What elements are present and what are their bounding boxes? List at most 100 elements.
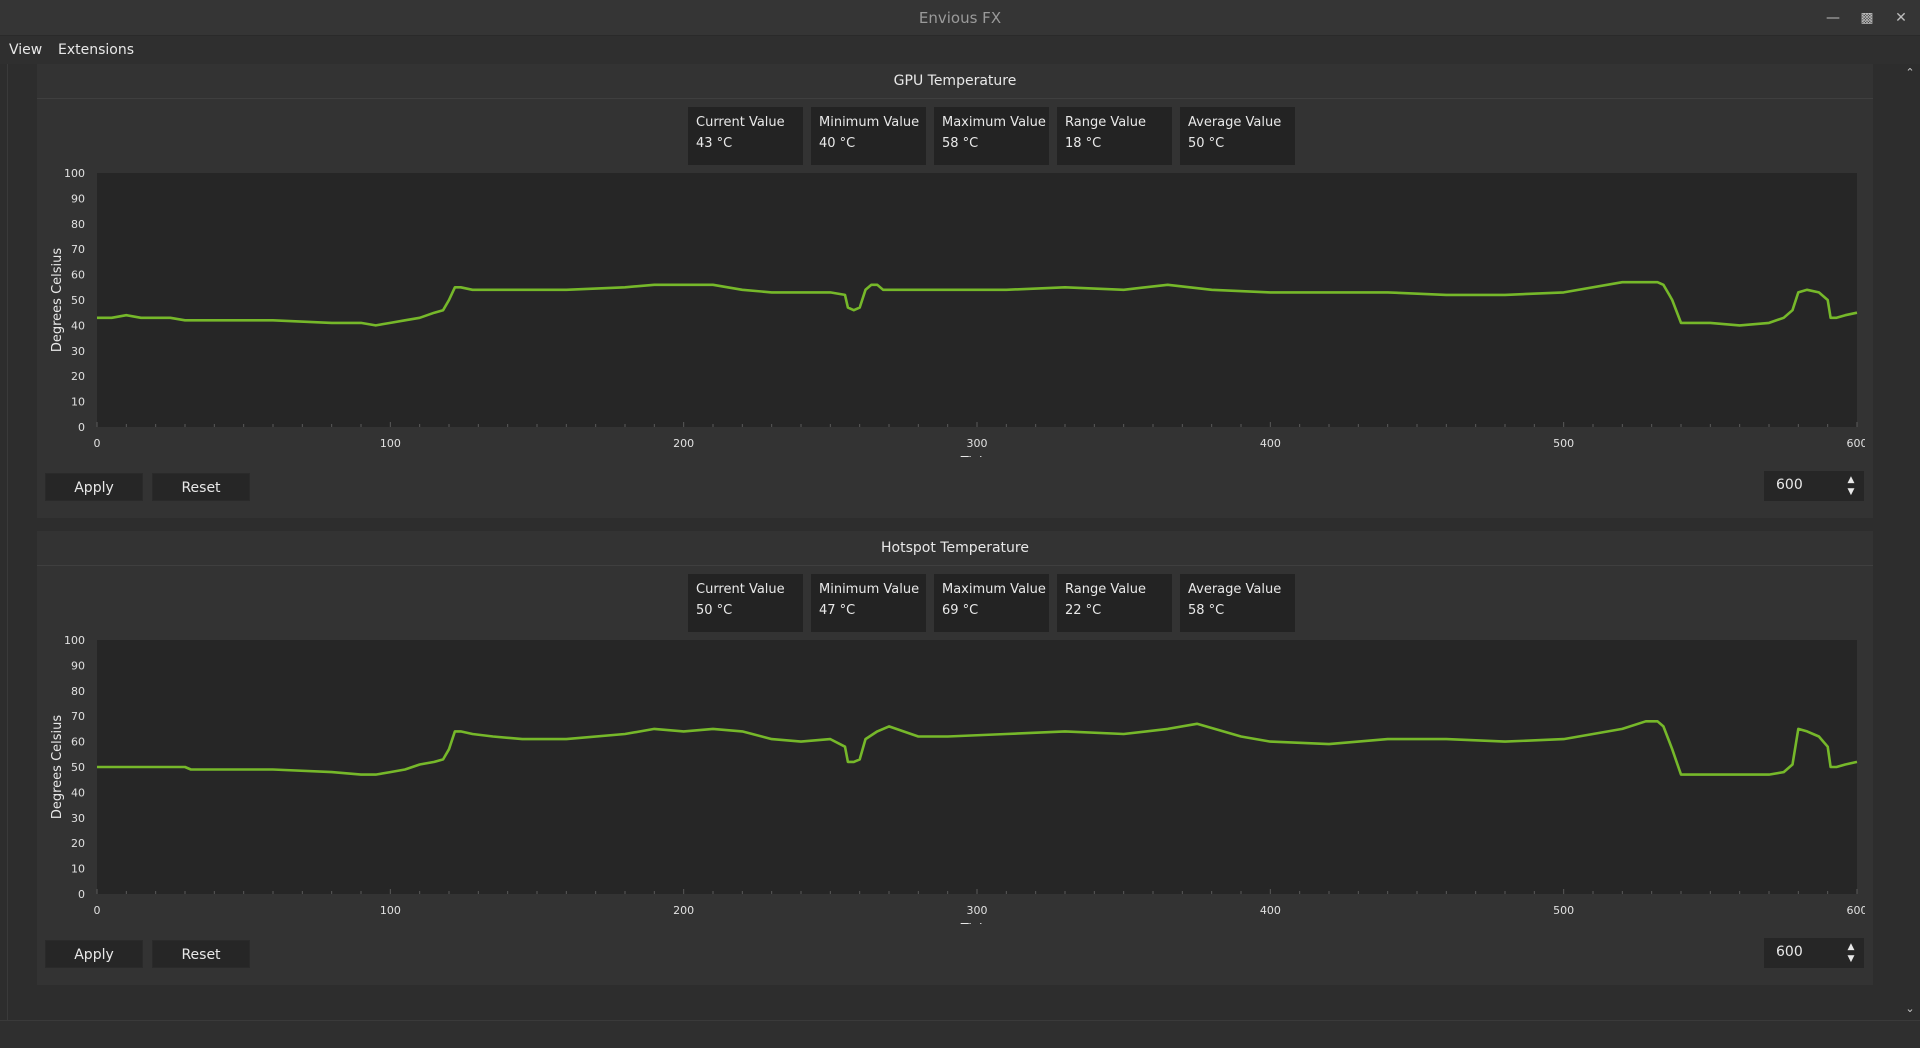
y-tick-label: 50: [71, 761, 85, 774]
menu-extensions[interactable]: Extensions: [58, 42, 134, 58]
x-tick-label: 200: [673, 437, 694, 450]
menu-bar: View Extensions: [0, 36, 1920, 64]
stat-label: Minimum Value: [819, 582, 920, 597]
apply-button[interactable]: Apply: [45, 940, 143, 968]
x-tick-label: 400: [1260, 437, 1281, 450]
y-axis-label: Degrees Celsius: [50, 715, 65, 820]
hotspot-temperature-panel: Hotspot Temperature Current Value 50 °C …: [37, 531, 1873, 985]
plot-area: [97, 640, 1857, 894]
spin-down-icon[interactable]: ▼: [1845, 953, 1857, 965]
menu-view[interactable]: View: [9, 42, 42, 58]
ticks-spinbox[interactable]: 600 ▲ ▼: [1764, 471, 1864, 501]
panel-header: Hotspot Temperature: [37, 531, 1873, 566]
minimize-icon[interactable]: —: [1823, 8, 1843, 28]
stat-value: 40 °C: [819, 136, 856, 151]
stat-range: Range Value 22 °C: [1057, 574, 1172, 632]
stat-value: 58 °C: [1188, 603, 1225, 618]
stat-label: Minimum Value: [819, 115, 920, 130]
y-tick-label: 30: [71, 812, 85, 825]
panel-header: GPU Temperature: [37, 64, 1873, 99]
x-tick-label: 600: [1847, 437, 1866, 450]
y-tick-label: 0: [78, 421, 85, 434]
stat-average: Average Value 58 °C: [1180, 574, 1295, 632]
y-tick-label: 80: [71, 685, 85, 698]
stat-value: 18 °C: [1065, 136, 1102, 151]
y-tick-label: 100: [64, 167, 85, 180]
x-tick-label: 100: [380, 904, 401, 917]
y-tick-label: 20: [71, 370, 85, 383]
spinbox-value: 600: [1776, 944, 1803, 960]
stat-label: Maximum Value: [942, 115, 1046, 130]
hotspot-temperature-chart: 0 100 200 300 400 500 600 0 10 20 30 40 50 60 70 80 90 10…: [50, 634, 1866, 924]
x-tick-label: 200: [673, 904, 694, 917]
y-tick-label: 0: [78, 888, 85, 901]
stat-minimum: Minimum Value 47 °C: [811, 574, 926, 632]
spin-down-icon[interactable]: ▼: [1845, 486, 1857, 498]
x-tick-label: 500: [1553, 437, 1574, 450]
panel-title: GPU Temperature: [893, 73, 1017, 89]
y-tick-label: 40: [71, 319, 85, 332]
stat-maximum: Maximum Value 58 °C: [934, 107, 1049, 165]
stat-value: 47 °C: [819, 603, 856, 618]
scroll-down-icon[interactable]: ⌄: [1903, 1002, 1917, 1016]
stat-label: Average Value: [1188, 582, 1282, 597]
y-tick-label: 40: [71, 786, 85, 799]
plot-area: [97, 173, 1857, 427]
y-tick-label: 70: [71, 243, 85, 256]
stat-label: Range Value: [1065, 582, 1147, 597]
stat-value: 58 °C: [942, 136, 979, 151]
stat-current: Current Value 50 °C: [688, 574, 803, 632]
x-axis-label: Ticks: [960, 922, 994, 924]
y-tick-label: 10: [71, 863, 85, 876]
stat-value: 50 °C: [1188, 136, 1225, 151]
y-tick-label: 10: [71, 396, 85, 409]
y-tick-label: 90: [71, 192, 85, 205]
ticks-spinbox[interactable]: 600 ▲ ▼: [1764, 938, 1864, 968]
scroll-up-icon[interactable]: ⌃: [1903, 66, 1917, 80]
stat-label: Average Value: [1188, 115, 1282, 130]
stat-value: 69 °C: [942, 603, 979, 618]
y-tick-label: 20: [71, 837, 85, 850]
window-title: Envious FX: [918, 9, 1002, 27]
stat-value: 43 °C: [696, 136, 733, 151]
y-tick-label: 80: [71, 218, 85, 231]
y-tick-label: 60: [71, 736, 85, 749]
y-tick-label: 60: [71, 269, 85, 282]
y-tick-label: 30: [71, 345, 85, 358]
gpu-temperature-chart: 0 100 200 300 400 500 600 0 10 20 30 40 50 60 70 80 90 10…: [50, 167, 1866, 457]
title-bar: Envious FX — ▩ ✕: [0, 0, 1920, 36]
reset-button[interactable]: Reset: [152, 940, 250, 968]
spin-up-icon[interactable]: ▲: [1845, 941, 1857, 953]
stat-current: Current Value 43 °C: [688, 107, 803, 165]
y-tick-label: 70: [71, 710, 85, 723]
stat-maximum: Maximum Value 69 °C: [934, 574, 1049, 632]
y-axis-label: Degrees Celsius: [50, 248, 65, 353]
reset-button[interactable]: Reset: [152, 473, 250, 501]
stat-range: Range Value 18 °C: [1057, 107, 1172, 165]
stat-value: 22 °C: [1065, 603, 1102, 618]
close-icon[interactable]: ✕: [1891, 8, 1911, 28]
stat-minimum: Minimum Value 40 °C: [811, 107, 926, 165]
x-tick-label: 400: [1260, 904, 1281, 917]
apply-button[interactable]: Apply: [45, 473, 143, 501]
gpu-temperature-panel: GPU Temperature Current Value 43 °C Mini…: [37, 64, 1873, 518]
stat-average: Average Value 50 °C: [1180, 107, 1295, 165]
x-tick-label: 300: [967, 904, 988, 917]
spin-up-icon[interactable]: ▲: [1845, 474, 1857, 486]
status-bar: [0, 1020, 1920, 1048]
x-tick-label: 0: [94, 904, 101, 917]
stat-label: Maximum Value: [942, 582, 1046, 597]
vertical-scrollbar[interactable]: ⌃ ⌄: [1900, 64, 1920, 1020]
stat-label: Range Value: [1065, 115, 1147, 130]
y-tick-label: 90: [71, 659, 85, 672]
x-tick-label: 300: [967, 437, 988, 450]
panel-title: Hotspot Temperature: [881, 540, 1029, 556]
x-axis-label: Ticks: [960, 455, 994, 457]
x-tick-label: 0: [94, 437, 101, 450]
y-tick-label: 100: [64, 634, 85, 647]
x-tick-label: 100: [380, 437, 401, 450]
spinbox-value: 600: [1776, 477, 1803, 493]
maximize-icon[interactable]: ▩: [1857, 8, 1877, 28]
x-tick-label: 600: [1847, 904, 1866, 917]
stat-value: 50 °C: [696, 603, 733, 618]
